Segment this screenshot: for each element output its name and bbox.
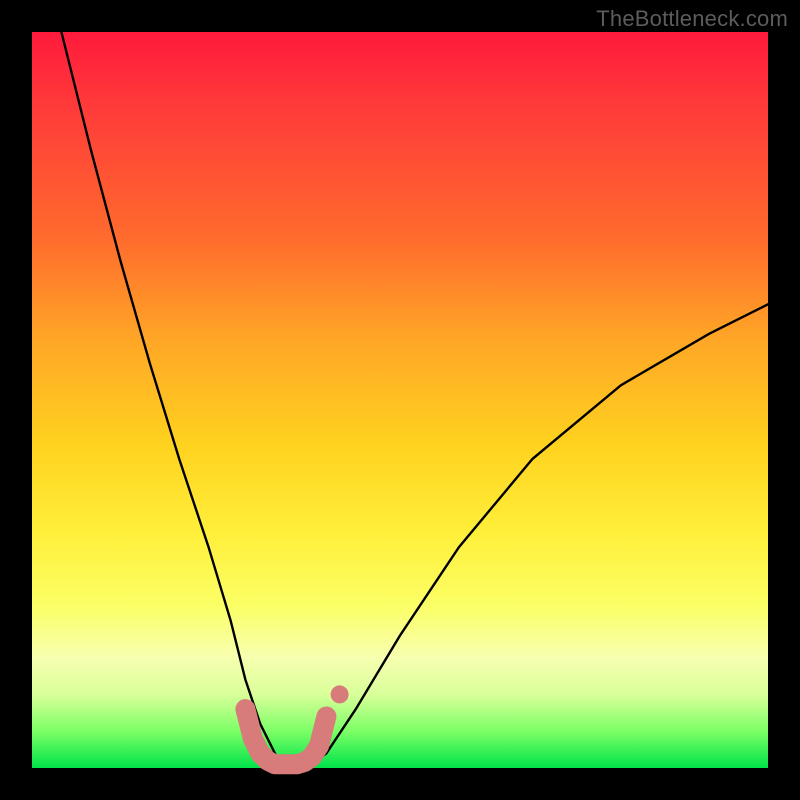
chart-plot-area — [32, 32, 768, 768]
chart-frame: TheBottleneck.com — [0, 0, 800, 800]
floor-highlight-path — [245, 709, 326, 764]
floor-highlight-end-dot — [331, 685, 349, 703]
bottleneck-curve-path — [61, 32, 768, 764]
watermark-text: TheBottleneck.com — [596, 6, 788, 32]
chart-svg — [32, 32, 768, 768]
